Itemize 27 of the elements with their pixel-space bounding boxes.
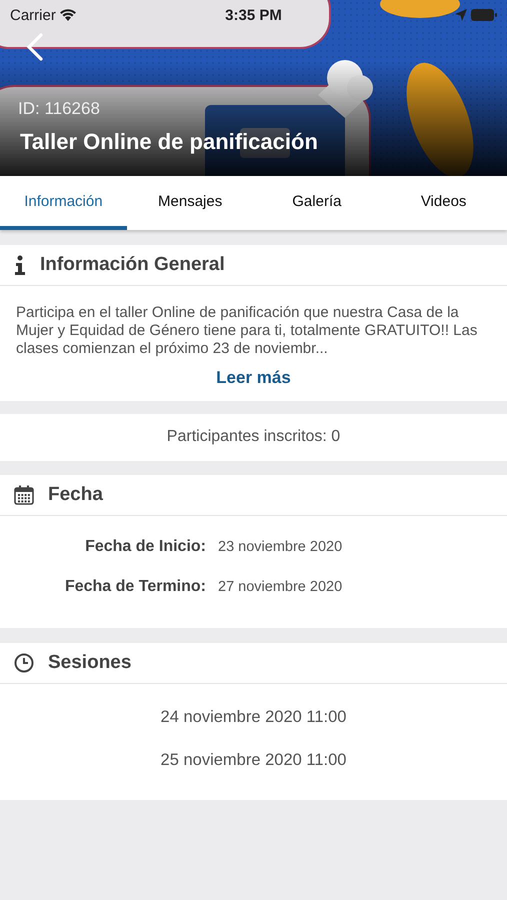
date-label: Fecha de Inicio:	[85, 538, 206, 556]
date-value: 23 noviembre 2020	[218, 539, 344, 555]
tab[interactable]: Mensajes	[126, 176, 254, 230]
wifi-icon	[60, 9, 76, 21]
carrier-label: Carrier	[10, 6, 56, 24]
info-icon	[14, 255, 26, 275]
location-arrow-icon	[454, 9, 467, 21]
back-icon	[26, 32, 44, 62]
status-time: 3:35 PM	[225, 6, 282, 24]
calendar-icon	[14, 485, 34, 505]
section-title: Sesiones	[48, 652, 132, 674]
section-title: Información General	[40, 254, 225, 276]
battery-icon	[470, 9, 497, 21]
date-value: 27 noviembre 2020	[218, 579, 344, 595]
event-title: Taller Online de panificación	[20, 129, 319, 155]
session-date: 24 noviembre 2020 11:00	[160, 708, 346, 727]
session-date: 25 noviembre 2020 11:00	[160, 751, 346, 770]
date-label: Fecha de Termino:	[64, 578, 206, 596]
tab[interactable]: Galería	[254, 176, 380, 230]
read-more-link[interactable]: Leer más	[216, 368, 291, 388]
event-id: ID: 116268	[18, 99, 101, 119]
section-title: Fecha	[48, 484, 103, 506]
clock-icon	[14, 653, 34, 673]
event-description: Participa en el taller Online de panificación que nuestra Casa de la Mujer y Equidad de Género tiene para ti, totalmente GRATUITO!! Las clases comienzan el próximo 23 de noviembr...	[16, 304, 478, 358]
participants-count: Participantes inscritos: 0	[166, 427, 340, 447]
tab[interactable]: Información	[0, 176, 127, 230]
tab[interactable]: Videos	[380, 176, 507, 230]
